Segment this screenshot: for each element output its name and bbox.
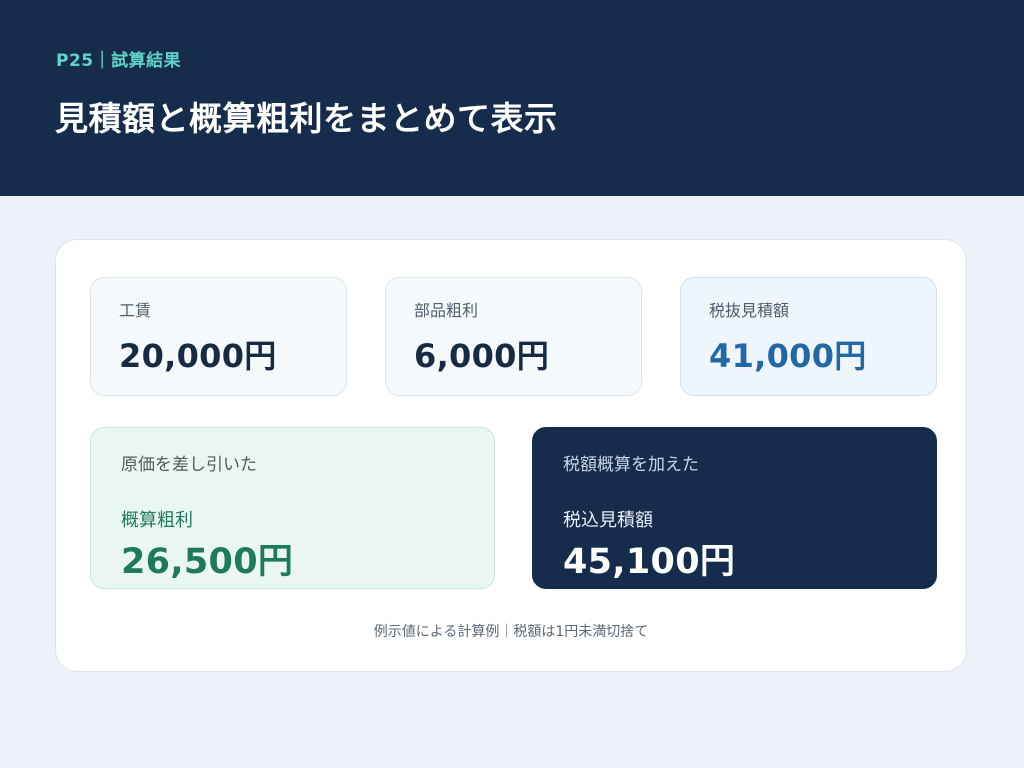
pretax-estimate-card: 税抜見積額 41,000円	[680, 277, 937, 396]
header-banner: P25｜試算結果 見積額と概算粗利をまとめて表示	[0, 0, 1024, 196]
page-eyebrow: P25｜試算結果	[56, 51, 182, 71]
tax-included-label: 税込見積額	[563, 510, 653, 531]
calculation-note: 例示値による計算例｜税額は1円未満切捨て	[373, 624, 649, 640]
parts-margin-value: 6,000円	[414, 337, 550, 375]
parts-margin-card: 部品粗利 6,000円	[385, 277, 642, 396]
pretax-estimate-label: 税抜見積額	[709, 301, 790, 320]
parts-margin-label: 部品粗利	[414, 301, 479, 320]
tax-included-caption: 税額概算を加えた	[563, 455, 699, 475]
pretax-estimate-value: 41,000円	[709, 337, 867, 375]
labor-fee-card: 工賃 20,000円	[90, 277, 347, 396]
gross-profit-caption: 原価を差し引いた	[121, 455, 257, 475]
labor-fee-value: 20,000円	[119, 337, 277, 375]
gross-profit-label: 概算粗利	[121, 510, 193, 531]
gross-profit-value: 26,500円	[121, 542, 294, 582]
labor-fee-label: 工賃	[119, 301, 152, 320]
tax-included-value: 45,100円	[563, 542, 736, 582]
page-title: 見積額と概算粗利をまとめて表示	[55, 99, 558, 138]
tax-included-estimate-card: 税額概算を加えた 税込見積額 45,100円	[532, 427, 937, 589]
gross-profit-card: 原価を差し引いた 概算粗利 26,500円	[90, 427, 495, 589]
result-panel: 工賃 20,000円 部品粗利 6,000円 税抜見積額 41,000円 原価を…	[55, 239, 967, 672]
